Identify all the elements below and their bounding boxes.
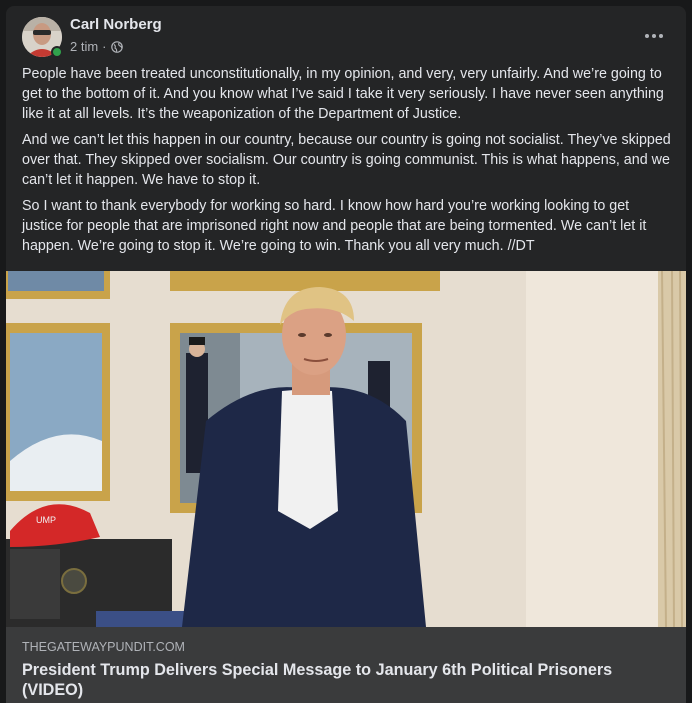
link-preview-image[interactable]: UMP [6,271,686,627]
post-paragraph: And we can’t let this happen in our coun… [22,132,671,188]
link-title[interactable]: President Trump Delivers Special Message… [22,660,672,700]
link-domain: THEGATEWAYPUNDIT.COM [22,640,185,654]
globe-icon[interactable] [110,40,123,53]
online-status-indicator [51,46,63,58]
author-avatar[interactable] [22,17,63,58]
svg-text:UMP: UMP [36,515,56,525]
link-preview-footer[interactable]: THEGATEWAYPUNDIT.COM President Trump Del… [6,627,686,703]
more-dot [645,34,649,38]
post-header: Carl Norberg 2 tim · [6,6,686,66]
more-options-icon[interactable] [636,22,672,50]
post-timestamp[interactable]: 2 tim [70,39,98,54]
post-card: Carl Norberg 2 tim · People have been tr… [6,6,686,703]
author-name[interactable]: Carl Norberg [70,16,162,33]
post-paragraph: People have been treated unconstitutiona… [22,66,664,122]
more-dot [659,34,663,38]
meta-separator: · [102,39,107,54]
more-dot [652,34,656,38]
post-body: People have been treated unconstitutiona… [22,64,672,262]
post-paragraph: So I want to thank everybody for working… [22,198,647,254]
post-meta: 2 tim · [70,39,123,54]
